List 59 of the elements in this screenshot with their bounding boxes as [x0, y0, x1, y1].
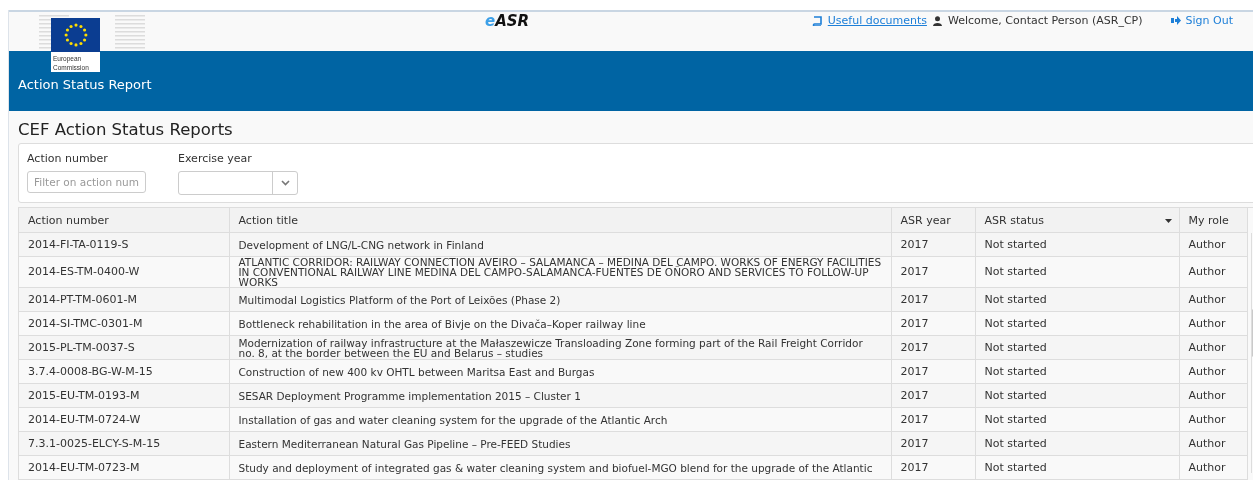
welcome-text: Welcome, Contact Person (ASR_CP): [947, 14, 1143, 27]
role-cell: Author: [1179, 407, 1247, 432]
column-header[interactable]: Action title: [229, 208, 891, 233]
action-number-cell: 2014-EU-TM-0724-W: [19, 407, 229, 432]
action-number-cell: 2014-ES-TM-0400-W: [19, 256, 229, 288]
action-number-cell: 2014-SI-TMC-0301-M: [19, 311, 229, 336]
role-cell: Author: [1179, 455, 1247, 480]
user-icon: [932, 15, 942, 26]
action-title-cell: Study and deployment of integrated gas & water cleaning system and biofuel-MGO blend for the upgrade of the Atlantic: [229, 455, 891, 480]
sort-caret-icon: [1164, 219, 1172, 223]
app-logo-text: eASR: [485, 12, 530, 30]
sign-out-link[interactable]: Sign Out: [1170, 14, 1233, 27]
page-title: CEF Action Status Reports: [18, 120, 234, 139]
asr-year-cell: 2017: [891, 256, 975, 288]
asr-status-cell: Not started: [975, 455, 1179, 480]
asr-status-cell: Not started: [975, 335, 1179, 360]
action-number-cell: 3.7.4-0008-BG-W-M-15: [19, 359, 229, 384]
action-title-cell: Installation of gas and water cleaning system for the upgrade of the Atlantic Arch: [229, 407, 891, 432]
column-header[interactable]: ASR year: [891, 208, 975, 233]
action-number-field[interactable]: Filter on action num: [27, 171, 146, 193]
asr-status-cell: Not started: [975, 431, 1179, 456]
action-title-cell: Modernization of railway infrastructure at the Małaszewicze Transloading Zone forming part of the Rail Freight Corridor no. 8, at the border between the EU and Belarus – studies: [229, 335, 891, 360]
asr-year-cell: 2017: [891, 407, 975, 432]
asr-status-cell: Not started: [975, 232, 1179, 257]
column-header[interactable]: ASR status: [975, 208, 1179, 233]
action-title-cell: Bottleneck rehabilitation in the area of Bivje on the Divača–Koper railway line: [229, 311, 891, 336]
sign-out-icon: [1170, 16, 1181, 25]
action-title-cell: Construction of new 400 kv OHTL between Maritsa East and Burgas: [229, 359, 891, 384]
action-number-cell: 2014-EU-TM-0723-M: [19, 455, 229, 480]
action-title-cell: SESAR Deployment Programme implementation 2015 – Cluster 1: [229, 383, 891, 408]
asr-year-cell: 2017: [891, 359, 975, 384]
action-title-cell: ATLANTIC CORRIDOR: RAILWAY CONNECTION AVEIRO – SALAMANCA – MEDINA DEL CAMPO. WORKS OF ENERGY FACILITIES IN CONVENTIONAL RAILWAY LINE MEDINA DEL CAMPO-SALAMANCA-FUENTES DE OÑORO AND SERVICES TO FOLLOW-UP WORKS: [229, 256, 891, 288]
asr-year-cell: 2017: [891, 455, 975, 480]
action-title-cell: Multimodal Logistics Platform of the Port of Leixões (Phase 2): [229, 287, 891, 312]
role-cell: Author: [1179, 256, 1247, 288]
action-title-cell: Development of LNG/L-CNG network in Finland: [229, 232, 891, 257]
column-header[interactable]: Action number: [19, 208, 229, 233]
field-label: Exercise year: [178, 152, 253, 165]
action-number-cell: 7.3.1-0025-ELCY-S-M-15: [19, 431, 229, 456]
action-title-cell: Eastern Mediterranean Natural Gas Pipeline – Pre-FEED Studies: [229, 431, 891, 456]
asr-status-cell: Not started: [975, 311, 1179, 336]
banner-title: Action Status Report: [18, 77, 152, 92]
action-number-cell: 2014-PT-TM-0601-M: [19, 287, 229, 312]
asr-status-cell: Not started: [975, 256, 1179, 288]
asr-status-cell: Not started: [975, 383, 1179, 408]
action-number-cell: 2014-FI-TA-0119-S: [19, 232, 229, 257]
asr-status-cell: Not started: [975, 359, 1179, 384]
field-label: Action number: [27, 152, 109, 165]
role-cell: Author: [1179, 359, 1247, 384]
action-number-cell: 2015-PL-TM-0037-S: [19, 335, 229, 360]
exercise-year-dropdown[interactable]: [178, 171, 298, 195]
asr-year-cell: 2017: [891, 311, 975, 336]
useful-documents-link[interactable]: Useful documents: [827, 14, 927, 27]
action-number-cell: 2015-EU-TM-0193-M: [19, 383, 229, 408]
asr-status-cell: Not started: [975, 407, 1179, 432]
chevron-down-icon: [280, 180, 290, 186]
asr-status-cell: Not started: [975, 287, 1179, 312]
column-header[interactable]: My role: [1179, 208, 1247, 233]
role-cell: Author: [1179, 311, 1247, 336]
